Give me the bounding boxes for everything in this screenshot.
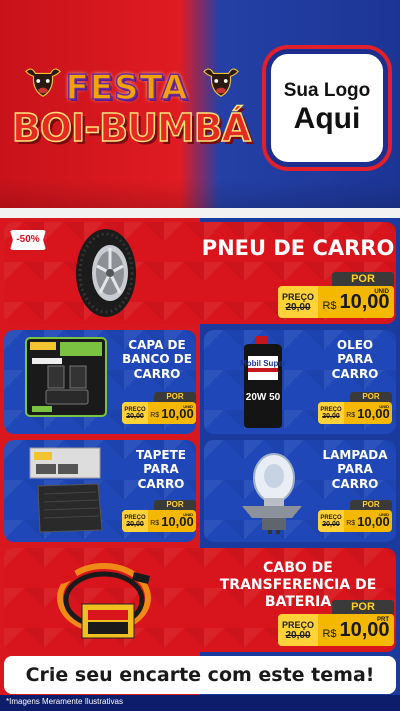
unit-label: UNID [183, 404, 193, 409]
price-tag: POR PREÇO 20,00 R$ 10,00 PRT [278, 600, 394, 646]
old-price: 20,00 [285, 629, 311, 641]
divider [0, 208, 400, 218]
festival-title: FESTA BOI-BUMBÁ [6, 60, 256, 170]
old-price: 20,00 [322, 412, 340, 420]
product-name: OLEO PARA CARRO [331, 338, 379, 381]
old-price: 20,00 [322, 520, 340, 528]
old-price: 20,00 [126, 520, 144, 528]
logo-placeholder[interactable]: Sua Logo Aqui [266, 49, 388, 167]
cta-banner[interactable]: Crie seu encarte com este tema! [4, 656, 396, 694]
product-name: PNEU DE CARRO [201, 236, 395, 260]
product-card-cabo[interactable]: CABO DE TRANSFERENCIA DE BATERIA POR PRE… [4, 548, 396, 652]
flyer-page: FESTA BOI-BUMBÁ Sua Logo Aqui -50% PNEU … [0, 0, 400, 711]
product-name: LAMPADA PARA CARRO [322, 448, 388, 491]
por-label: POR [350, 500, 392, 510]
jumper-cable-icon [57, 563, 151, 639]
currency: R$ [150, 412, 160, 419]
product-card-pneu[interactable]: -50% PNEU DE CARRO POR PREÇO 20,00 R$ 10… [4, 222, 396, 324]
price-tag: POR PREÇO 20,00 R$ 10,00 UNID [278, 272, 394, 318]
product-card-lampada[interactable]: LAMPADA PARA CARRO POR PREÇO 20,00 R$ 10… [204, 440, 396, 542]
unit-label: UNID [379, 404, 389, 409]
por-label: POR [154, 500, 196, 510]
oil-bottle-icon: Mobil Super 20W 50 [240, 336, 286, 428]
old-price: 20,00 [126, 412, 144, 420]
preco-label: PREÇO [281, 291, 314, 302]
price-tag: POR PREÇO 20,00 R$ 10,00 UNID [122, 500, 196, 532]
unit-label: UNID [374, 289, 389, 295]
bull-head-icon [203, 68, 239, 97]
currency: R$ [150, 520, 160, 527]
headlight-bulb-icon [242, 453, 302, 534]
price-tag: POR PREÇO 20,00 R$ 10,00 UNID [318, 392, 392, 424]
unit-label: PRT [377, 617, 389, 623]
currency: R$ [322, 300, 337, 312]
currency: R$ [346, 520, 356, 527]
old-price: 20,00 [285, 301, 311, 313]
floor-mat-icon [29, 447, 103, 533]
logo-text-line1: Sua Logo [283, 80, 371, 101]
discount-badge: -50% [10, 230, 46, 250]
product-name: TAPETE PARA CARRO [136, 448, 186, 491]
footer: *Imagens Meramente Ilustrativas [0, 695, 400, 711]
footnote: *Imagens Meramente Ilustrativas [6, 697, 123, 706]
logo-text-line2: Aqui [293, 102, 361, 135]
unit-label: UNID [183, 512, 193, 517]
header-banner: FESTA BOI-BUMBÁ Sua Logo Aqui [0, 0, 400, 210]
festa-title: FESTA [65, 67, 189, 109]
product-card-oleo[interactable]: Mobil Super 20W 50 OLEO PARA CARRO POR P… [204, 330, 396, 434]
price-tag: POR PREÇO 20,00 R$ 10,00 UNID [122, 392, 196, 424]
por-label: POR [350, 392, 392, 402]
unit-label: UNID [379, 512, 389, 517]
por-label: POR [332, 600, 394, 614]
product-card-capa-banco[interactable]: CAPA DE BANCO DE CARRO POR PREÇO 20,00 R… [4, 330, 196, 434]
por-label: POR [332, 272, 394, 286]
product-name: CAPA DE BANCO DE CARRO [122, 338, 192, 381]
oil-brand: Mobil Super [240, 359, 286, 368]
product-card-tapete[interactable]: TAPETE PARA CARRO POR PREÇO 20,00 R$ 10,… [4, 440, 196, 542]
tire-icon [76, 229, 136, 317]
currency: R$ [346, 412, 356, 419]
seat-cover-icon [25, 337, 107, 417]
oil-grade: 20W 50 [246, 392, 281, 403]
por-label: POR [154, 392, 196, 402]
currency: R$ [322, 628, 337, 640]
preco-label: PREÇO [281, 619, 314, 630]
price-tag: POR PREÇO 20,00 R$ 10,00 UNID [318, 500, 392, 532]
boi-bumba-title: BOI-BUMBÁ [11, 105, 252, 151]
